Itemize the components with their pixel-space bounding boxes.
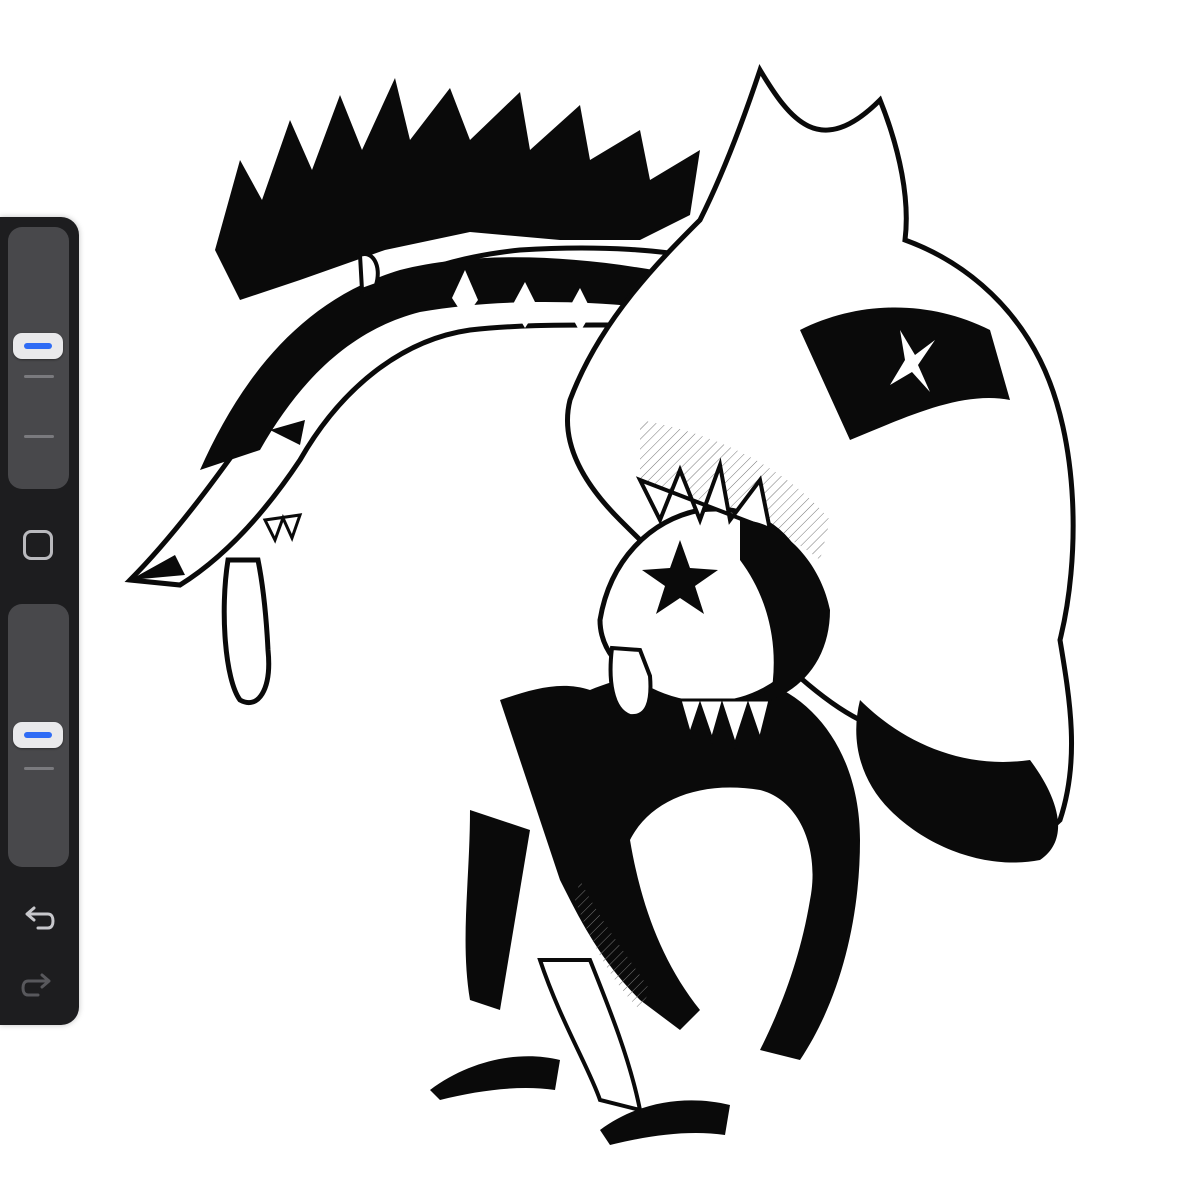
slider-tick <box>24 767 54 770</box>
undo-button[interactable] <box>18 900 58 940</box>
redo-button[interactable] <box>18 967 58 1007</box>
tool-sidebar <box>0 217 79 1025</box>
slider-tick <box>24 375 54 378</box>
front-creature <box>430 457 860 1145</box>
modify-button[interactable] <box>23 530 53 560</box>
drawing-canvas[interactable] <box>0 0 1198 1200</box>
artwork-sketch <box>124 64 1076 1145</box>
redo-arrow-icon <box>21 973 51 997</box>
slider-grip-icon <box>24 343 52 349</box>
brush-size-slider-thumb[interactable] <box>13 333 63 359</box>
brush-size-slider[interactable] <box>8 227 69 489</box>
slider-grip-icon <box>24 732 52 738</box>
opacity-slider[interactable] <box>8 604 69 867</box>
undo-arrow-icon <box>25 906 55 930</box>
slider-tick <box>24 435 54 438</box>
opacity-slider-thumb[interactable] <box>13 722 63 748</box>
